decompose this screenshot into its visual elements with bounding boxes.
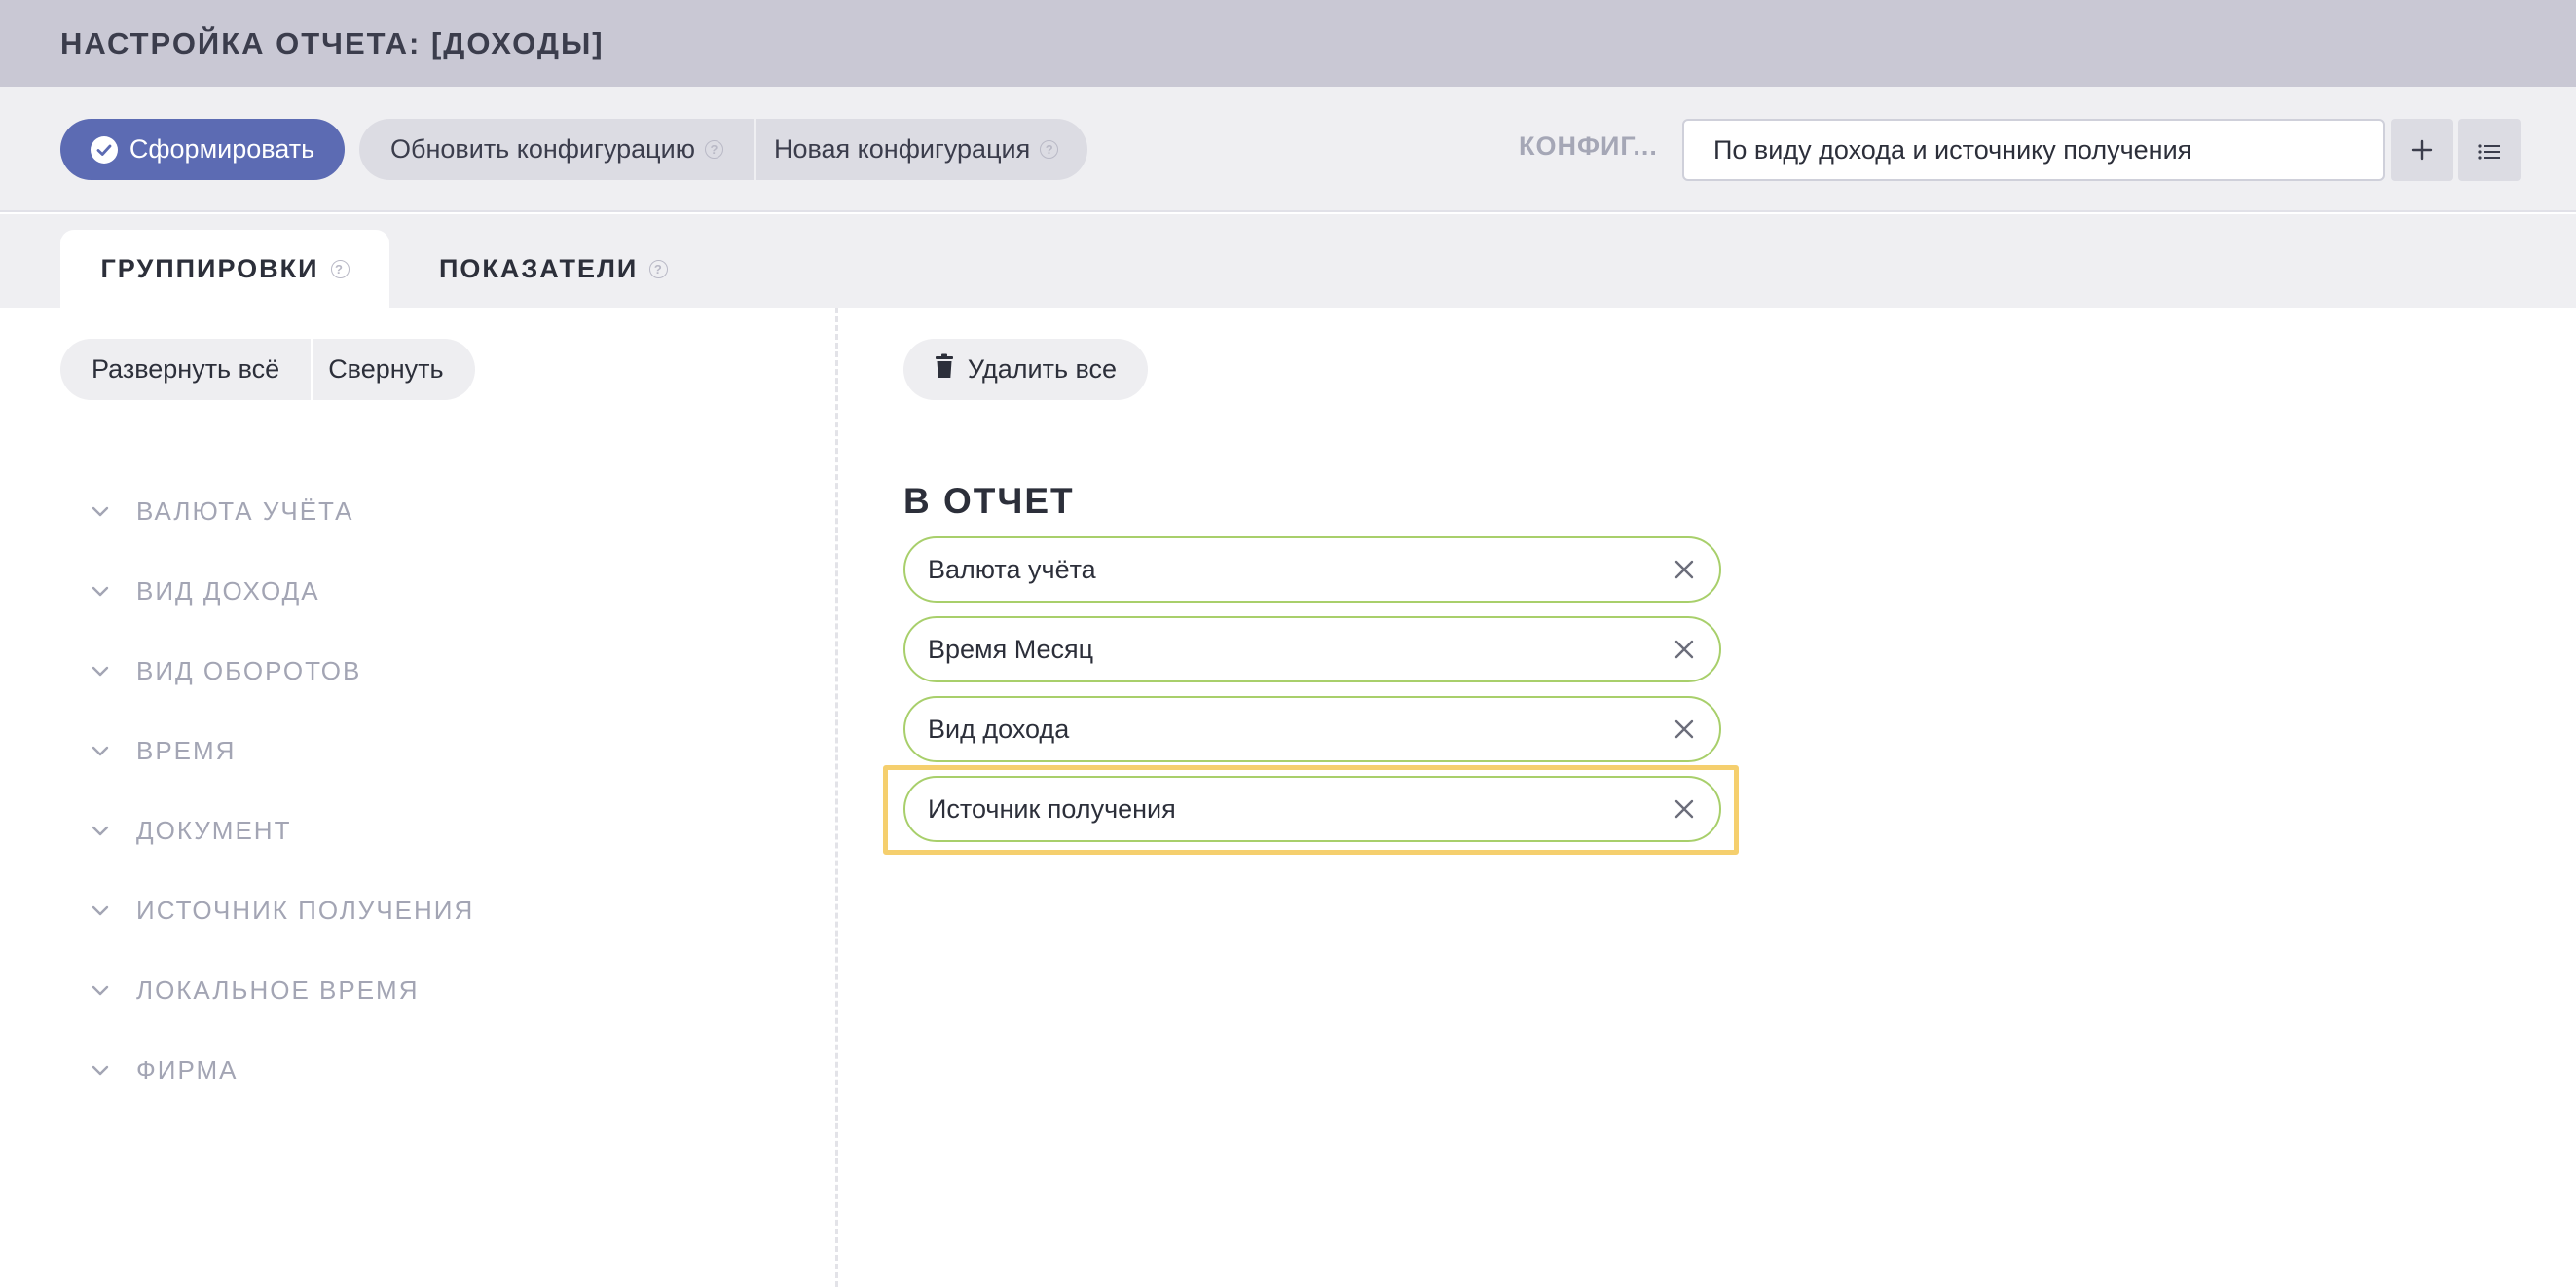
chevron-down-icon [90, 820, 111, 841]
config-button-group: Обновить конфигурацию ? Новая конфигурац… [359, 119, 1088, 180]
close-icon[interactable] [1671, 716, 1698, 743]
tree-actions-group: Развернуть всё Свернуть [60, 339, 475, 400]
report-item[interactable]: Вид дохода [903, 696, 1721, 762]
trash-icon [935, 353, 954, 386]
report-item-label: Время Месяц [928, 634, 1094, 664]
tabs-bar: ГРУППИРОВКИ ? ПОКАЗАТЕЛИ ? [0, 214, 2576, 308]
report-item-label: Валюта учёта [928, 554, 1096, 584]
groupings-list: ВАЛЮТА УЧЁТА ВИД ДОХОДА ВИД ОБОРОТОВ ВРЕ… [90, 471, 474, 1110]
grouping-item-label: ИСТОЧНИК ПОЛУЧЕНИЯ [136, 895, 475, 925]
delete-all-button[interactable]: Удалить все [903, 339, 1148, 400]
config-select-input[interactable] [1682, 119, 2385, 181]
chevron-down-icon [90, 740, 111, 761]
add-config-button[interactable] [2391, 119, 2453, 181]
page-header: НАСТРОЙКА ОТЧЕТА: [ДОХОДЫ] [0, 0, 2576, 87]
report-item[interactable]: Время Месяц [903, 616, 1721, 682]
tab-indicators-label: ПОКАЗАТЕЛИ [439, 253, 639, 283]
chevron-down-icon [90, 580, 111, 602]
report-item[interactable]: Валюта учёта [903, 536, 1721, 603]
report-groupings-list: Валюта учёта Время Месяц Вид дохода Исто… [903, 536, 1721, 856]
config-list-button[interactable] [2458, 119, 2521, 181]
delete-all-label: Удалить все [967, 354, 1118, 384]
chevron-down-icon [90, 1059, 111, 1081]
tab-groupings[interactable]: ГРУППИРОВКИ ? [60, 230, 389, 308]
report-item[interactable]: Источник получения [903, 776, 1721, 842]
close-icon[interactable] [1671, 556, 1698, 583]
generate-button[interactable]: Сформировать [60, 119, 345, 180]
collapse-button[interactable]: Свернуть [311, 339, 474, 400]
help-icon[interactable]: ? [649, 259, 669, 278]
panel-divider [835, 308, 838, 1287]
report-item-label: Вид дохода [928, 714, 1070, 744]
report-item-label: Источник получения [928, 793, 1176, 824]
plus-icon [2411, 131, 2433, 169]
config-label: КОНФИГ... [1519, 131, 1658, 161]
grouping-item-label: ДОКУМЕНТ [136, 815, 292, 845]
grouping-item-label: ВРЕМЯ [136, 735, 237, 765]
grouping-item[interactable]: ВИД ДОХОДА [90, 551, 474, 631]
grouping-item-label: ЛОКАЛЬНОЕ ВРЕМЯ [136, 974, 420, 1005]
update-config-button[interactable]: Обновить конфигурацию ? [359, 119, 754, 180]
grouping-item[interactable]: ФИРМА [90, 1030, 474, 1110]
grouping-item[interactable]: ЛОКАЛЬНОЕ ВРЕМЯ [90, 950, 474, 1030]
grouping-item[interactable]: ВИД ОБОРОТОВ [90, 631, 474, 711]
close-icon[interactable] [1671, 795, 1698, 823]
grouping-item[interactable]: ВАЛЮТА УЧЁТА [90, 471, 474, 551]
grouping-item-label: ФИРМА [136, 1054, 239, 1085]
toolbar: Сформировать Обновить конфигурацию ? Нов… [0, 87, 2576, 212]
expand-all-button[interactable]: Развернуть всё [60, 339, 311, 400]
grouping-item[interactable]: ДОКУМЕНТ [90, 791, 474, 870]
generate-button-label: Сформировать [129, 134, 315, 164]
chevron-down-icon [90, 900, 111, 921]
new-config-button[interactable]: Новая конфигурация ? [754, 119, 1087, 180]
chevron-down-icon [90, 660, 111, 681]
help-icon[interactable]: ? [704, 140, 723, 159]
tab-groupings-label: ГРУППИРОВКИ [100, 253, 319, 283]
page-title: НАСТРОЙКА ОТЧЕТА: [ДОХОДЫ] [60, 25, 605, 60]
update-config-label: Обновить конфигурацию [390, 134, 695, 164]
report-section-title: В ОТЧЕТ [903, 481, 1075, 521]
list-icon [2478, 131, 2501, 169]
new-config-label: Новая конфигурация [773, 134, 1031, 164]
help-icon[interactable]: ? [1040, 140, 1059, 159]
grouping-item-label: ВИД ДОХОДА [136, 575, 320, 606]
tab-indicators[interactable]: ПОКАЗАТЕЛИ ? [439, 230, 669, 308]
help-icon[interactable]: ? [330, 259, 350, 278]
check-circle-icon [90, 135, 118, 164]
chevron-down-icon [90, 979, 111, 1001]
grouping-item-label: ВИД ОБОРОТОВ [136, 655, 362, 685]
grouping-item-label: ВАЛЮТА УЧЁТА [136, 496, 354, 526]
close-icon[interactable] [1671, 636, 1698, 663]
grouping-item[interactable]: ИСТОЧНИК ПОЛУЧЕНИЯ [90, 870, 474, 950]
chevron-down-icon [90, 500, 111, 522]
grouping-item[interactable]: ВРЕМЯ [90, 711, 474, 791]
